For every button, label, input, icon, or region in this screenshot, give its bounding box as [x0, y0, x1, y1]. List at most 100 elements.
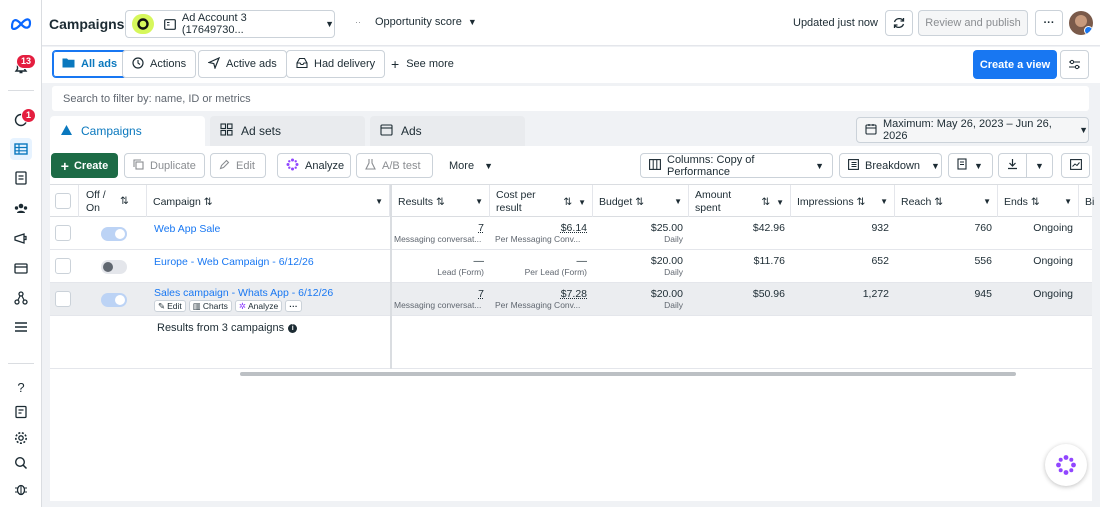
ads-manager-table-icon[interactable] — [10, 138, 32, 160]
settings-gear-icon[interactable] — [10, 427, 32, 449]
chevron-down-icon: ▼ — [776, 197, 784, 207]
audiences-icon[interactable] — [10, 197, 32, 219]
billing-icon[interactable] — [10, 257, 32, 279]
header-label: result — [496, 201, 522, 214]
row-checkbox[interactable] — [55, 258, 71, 274]
charts-toggle-button[interactable] — [1061, 153, 1090, 178]
tab-campaigns[interactable]: Campaigns — [50, 116, 205, 146]
tab-label: Campaigns — [81, 124, 142, 138]
header-impressions[interactable]: Impressions ⇅ ▼ — [791, 185, 895, 218]
analyze-button[interactable]: Analyze — [277, 153, 351, 178]
header-amount-spent[interactable]: Amount spent ⇅ ▼ — [689, 185, 791, 218]
edit-button[interactable]: Edit — [210, 153, 266, 178]
reports-icon[interactable] — [10, 167, 32, 189]
campaign-toggle[interactable] — [101, 293, 127, 307]
chevron-down-icon: ▼ — [578, 197, 586, 207]
header-label: Impressions — [797, 195, 854, 208]
table-row[interactable]: Sales campaign - Whats App - 6/12/26 ✎ Ed… — [50, 283, 1092, 316]
campaign-name-link[interactable]: Europe - Web Campaign - 6/12/26 — [154, 256, 314, 268]
cost-cell: — Per Lead (Form) — [490, 250, 593, 283]
search-input[interactable]: Search to filter by: name, ID or metrics — [52, 86, 1089, 111]
see-more-button[interactable]: + See more — [391, 57, 454, 71]
bug-report-icon[interactable] — [10, 478, 32, 500]
campaign-name-link[interactable]: Web App Sale — [154, 223, 220, 235]
budget-cell[interactable]: $25.00 Daily — [593, 217, 689, 250]
notifications-badge: 13 — [16, 54, 37, 69]
ad-account-selector[interactable]: Ad Account 3 (17649730... ▼ — [125, 10, 335, 38]
see-more-label: See more — [406, 58, 454, 70]
chip-all-ads[interactable]: All ads — [52, 50, 128, 78]
header-ends[interactable]: Ends ⇅ ▼ — [998, 185, 1079, 218]
export-button[interactable] — [998, 153, 1027, 178]
chip-had-delivery[interactable]: Had delivery — [286, 50, 386, 78]
budget-value: $25.00 — [650, 222, 683, 234]
columns-dropdown[interactable]: Columns: Copy of Performance ▼ — [640, 153, 833, 178]
sort-icon: ⇅ — [563, 195, 573, 208]
row-edit-button[interactable]: ✎ Edit — [154, 300, 186, 312]
ab-test-button[interactable]: A/B test — [356, 153, 433, 178]
more-dropdown[interactable]: More ▼ — [449, 160, 493, 172]
create-button[interactable]: + Create — [51, 153, 118, 178]
menu-icon[interactable] — [10, 316, 32, 338]
breakdown-dropdown[interactable]: Breakdown ▼ — [839, 153, 942, 178]
row-checkbox[interactable] — [55, 291, 71, 307]
row-charts-button[interactable]: ▥ Charts — [188, 300, 232, 312]
guides-icon[interactable] — [10, 401, 32, 423]
budget-period: Daily — [664, 267, 683, 277]
duplicate-button[interactable]: Duplicate — [124, 153, 205, 178]
refresh-button[interactable] — [885, 10, 913, 36]
chevron-down-icon: ▼ — [1035, 160, 1044, 171]
header-budget[interactable]: Budget ⇅ ▼ — [593, 185, 689, 218]
campaign-toggle[interactable] — [101, 227, 127, 241]
header-bid[interactable]: Bi — [1079, 185, 1094, 218]
header-label: Results — [398, 195, 434, 208]
budget-period: Daily — [664, 234, 683, 244]
opportunity-score[interactable]: ·· Opportunity score ▼ — [355, 16, 477, 28]
search-icon[interactable] — [10, 452, 32, 474]
ad-account-name: Ad Account 3 (17649730... — [181, 12, 247, 36]
breakdown-label: Breakdown — [865, 159, 921, 172]
reports-dropdown[interactable]: ▼ — [948, 153, 993, 178]
flask-icon — [365, 158, 376, 173]
campaign-name-link[interactable]: Sales campaign - Whats App - 6/12/26 — [154, 287, 333, 299]
select-all-checkbox[interactable] — [55, 193, 71, 209]
header-cost-per-result[interactable]: Cost per result ⇅ ▼ — [490, 185, 593, 218]
more-options-button[interactable]: ··· — [1035, 10, 1063, 36]
search-placeholder: Search to filter by: name, ID or metrics — [63, 92, 251, 105]
create-view-button[interactable]: Create a view — [973, 50, 1057, 79]
chip-actions[interactable]: Actions — [122, 50, 197, 78]
review-publish-button[interactable]: Review and publish — [918, 10, 1028, 36]
send-icon — [207, 56, 221, 72]
avatar[interactable] — [1069, 11, 1093, 35]
header-off-on[interactable]: Off / On ⇅ — [79, 185, 147, 218]
row-more-button[interactable]: ··· — [285, 300, 302, 312]
horizontal-scrollbar[interactable] — [240, 372, 1016, 376]
chip-active-ads[interactable]: Active ads — [198, 50, 287, 78]
export-options-dropdown[interactable]: ▼ — [1026, 153, 1053, 178]
results-value: 7 — [478, 288, 484, 300]
campaign-toggle[interactable] — [101, 260, 127, 274]
sort-icon: ⇅ — [856, 195, 866, 208]
header-label: Off / On — [86, 188, 106, 214]
ai-assistant-button[interactable] — [1045, 444, 1087, 486]
header-results[interactable]: Results ⇅ ▼ — [390, 185, 490, 218]
refresh-icon — [893, 17, 905, 29]
campaign-megaphone-icon[interactable] — [10, 227, 32, 249]
integrations-icon[interactable] — [10, 287, 32, 309]
info-icon[interactable]: i — [288, 323, 298, 333]
view-settings-button[interactable] — [1060, 50, 1089, 79]
row-analyze-button[interactable]: ✲ Analyze — [234, 300, 283, 312]
header-campaign[interactable]: Campaign ⇅ ▼ — [147, 185, 390, 218]
table-row[interactable]: Europe - Web Campaign - 6/12/26 — Lead (… — [50, 250, 1092, 283]
tab-ads[interactable]: Ads — [370, 116, 525, 146]
cost-type: Per Lead (Form) — [524, 267, 587, 277]
meta-logo[interactable] — [10, 12, 32, 34]
header-reach[interactable]: Reach ⇅ ▼ — [895, 185, 998, 218]
table-row[interactable]: Web App Sale 7 Messaging conversat... $6… — [50, 217, 1092, 250]
budget-cell[interactable]: $20.00 Daily — [593, 250, 689, 283]
help-icon[interactable]: ? — [10, 376, 32, 398]
tab-ad-sets[interactable]: Ad sets — [210, 116, 365, 146]
budget-cell[interactable]: $20.00 Daily — [593, 283, 689, 316]
date-range-picker[interactable]: Maximum: May 26, 2023 – Jun 26, 2026 ▼ — [856, 117, 1089, 143]
row-checkbox[interactable] — [55, 225, 71, 241]
